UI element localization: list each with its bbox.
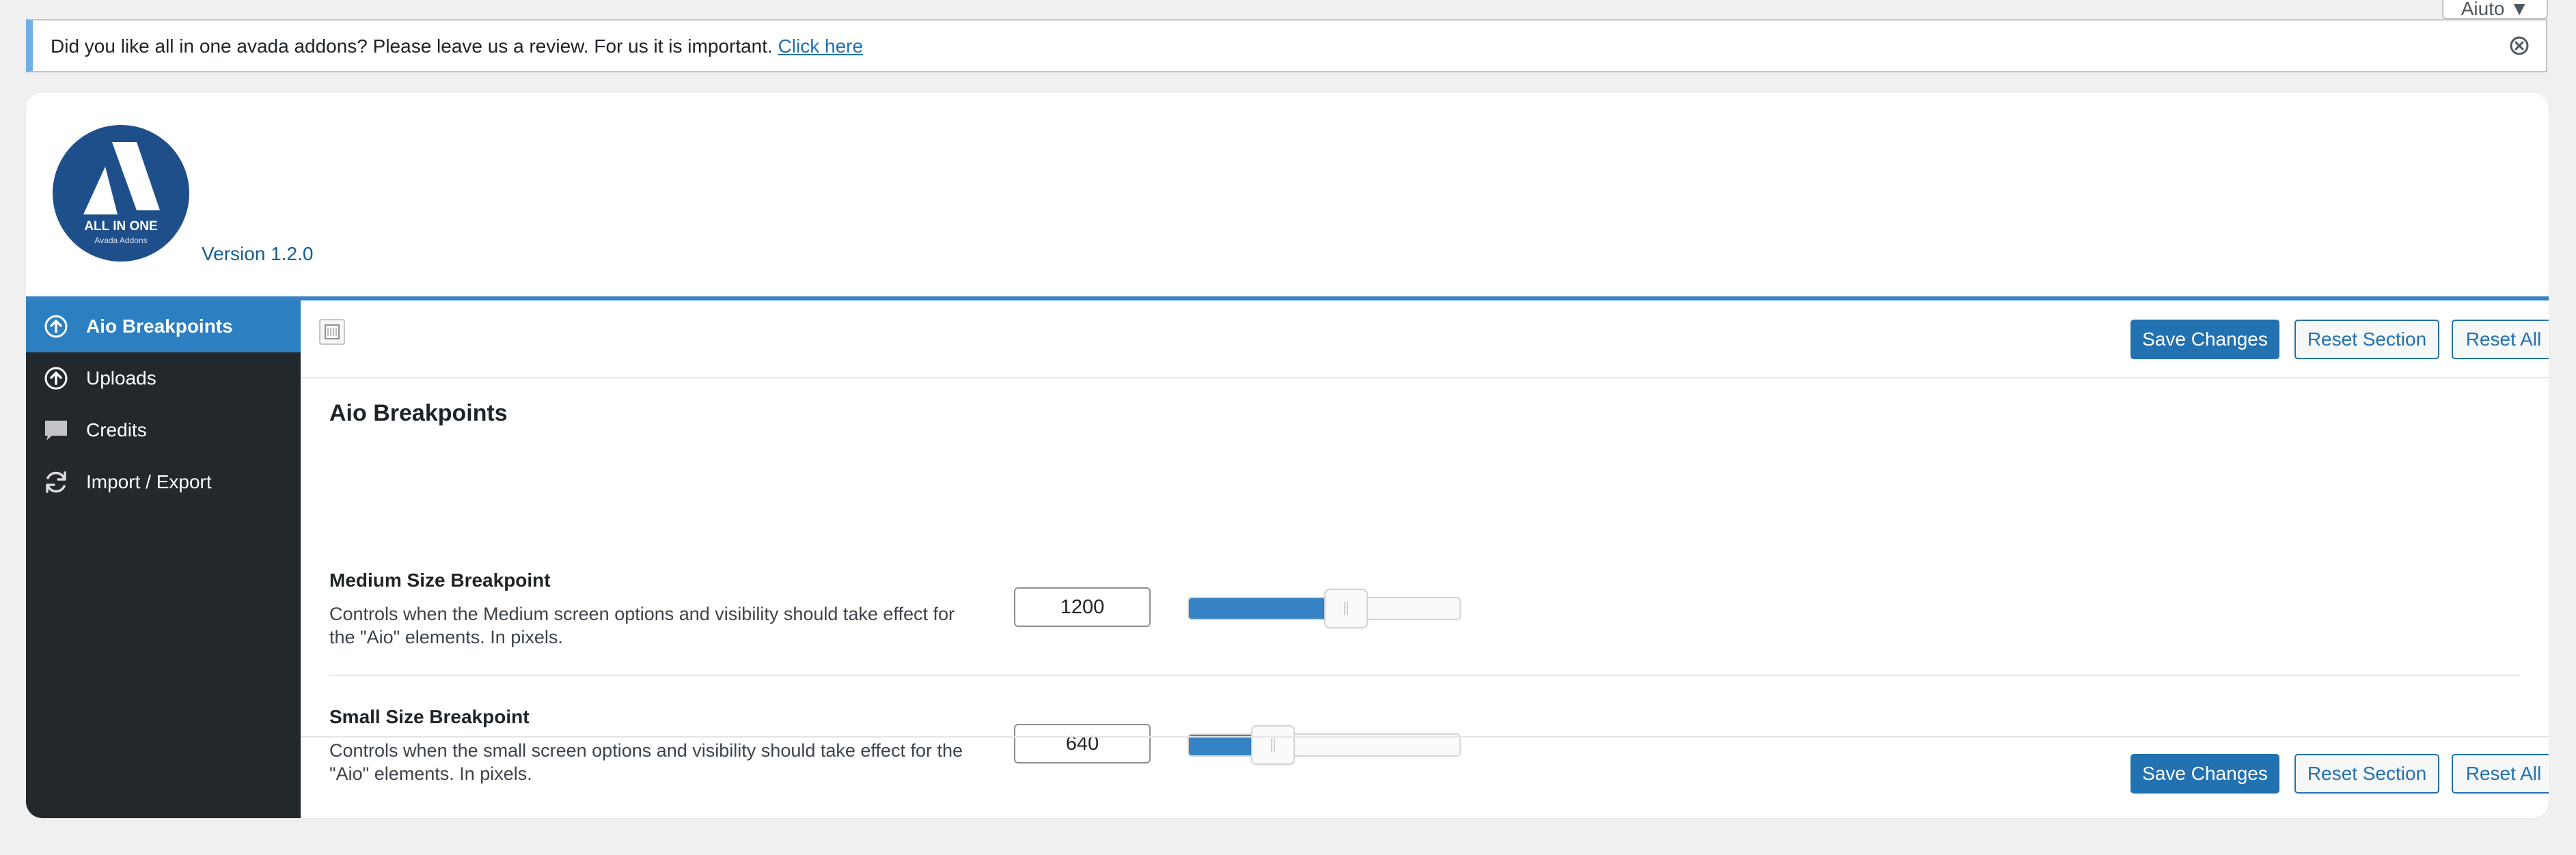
speech-bubble-icon: [45, 421, 67, 440]
sidebar-nav: Aio Breakpoints Uploads Credits Import /…: [26, 300, 301, 818]
help-tab-label: Aiuto ▼: [2461, 0, 2529, 19]
medium-breakpoint-title: Medium Size Breakpoint: [329, 570, 551, 591]
sidebar-item-label: Credits: [86, 419, 147, 440]
reset-section-button[interactable]: Reset Section: [2294, 320, 2439, 359]
sidebar-item-label: Uploads: [86, 367, 156, 389]
refresh-icon: [46, 471, 66, 493]
medium-breakpoint-input[interactable]: [1014, 587, 1151, 627]
slider-fill: [1189, 598, 1346, 619]
notice-message: Did you like all in one avada addons? Pl…: [51, 36, 773, 57]
save-changes-button[interactable]: Save Changes: [2130, 754, 2279, 794]
sidebar-item-import-export[interactable]: Import / Export: [26, 456, 301, 508]
expand-options-icon[interactable]: [318, 318, 346, 346]
reset-section-button[interactable]: Reset Section: [2294, 754, 2439, 794]
logo-title: ALL IN ONE: [84, 219, 157, 234]
sidebar-item-uploads[interactable]: Uploads: [26, 352, 301, 404]
options-content: Save Changes Reset Section Reset All Aio…: [301, 300, 2549, 818]
dismiss-icon[interactable]: [2509, 36, 2530, 56]
arrow-up-circle-icon: [44, 315, 68, 338]
help-tab[interactable]: Aiuto ▼: [2441, 0, 2548, 19]
sidebar-item-aio-breakpoints[interactable]: Aio Breakpoints: [26, 300, 301, 352]
bottom-toolbar: Save Changes Reset Section Reset All: [301, 736, 2549, 818]
options-panel: ALL IN ONE Avada Addons Version 1.2.0 Ai…: [26, 93, 2549, 818]
reset-all-button[interactable]: Reset All: [2452, 320, 2549, 359]
logo-subtitle: Avada Addons: [94, 236, 147, 245]
small-breakpoint-title: Small Size Breakpoint: [329, 706, 530, 727]
medium-breakpoint-slider[interactable]: [1188, 589, 1461, 628]
aio-logo: ALL IN ONE Avada Addons: [53, 125, 189, 262]
panel-header: ALL IN ONE Avada Addons Version 1.2.0: [26, 93, 2549, 300]
review-notice: Did you like all in one avada addons? Pl…: [26, 19, 2547, 72]
sidebar-item-label: Aio Breakpoints: [86, 316, 233, 337]
reset-all-button[interactable]: Reset All: [2452, 754, 2549, 794]
version-label: Version 1.2.0: [202, 243, 314, 264]
notice-review-link[interactable]: Click here: [778, 36, 863, 57]
section-title: Aio Breakpoints: [329, 400, 508, 426]
field-divider: [329, 675, 2520, 676]
slider-handle[interactable]: [1324, 589, 1368, 628]
arrow-up-circle-icon: [44, 367, 68, 390]
save-changes-button[interactable]: Save Changes: [2130, 320, 2279, 359]
sidebar-item-label: Import / Export: [86, 471, 212, 492]
medium-breakpoint-description: Controls when the Medium screen options …: [329, 604, 955, 647]
sidebar-item-credits[interactable]: Credits: [26, 404, 301, 456]
top-toolbar: Save Changes Reset Section Reset All: [301, 300, 2549, 378]
